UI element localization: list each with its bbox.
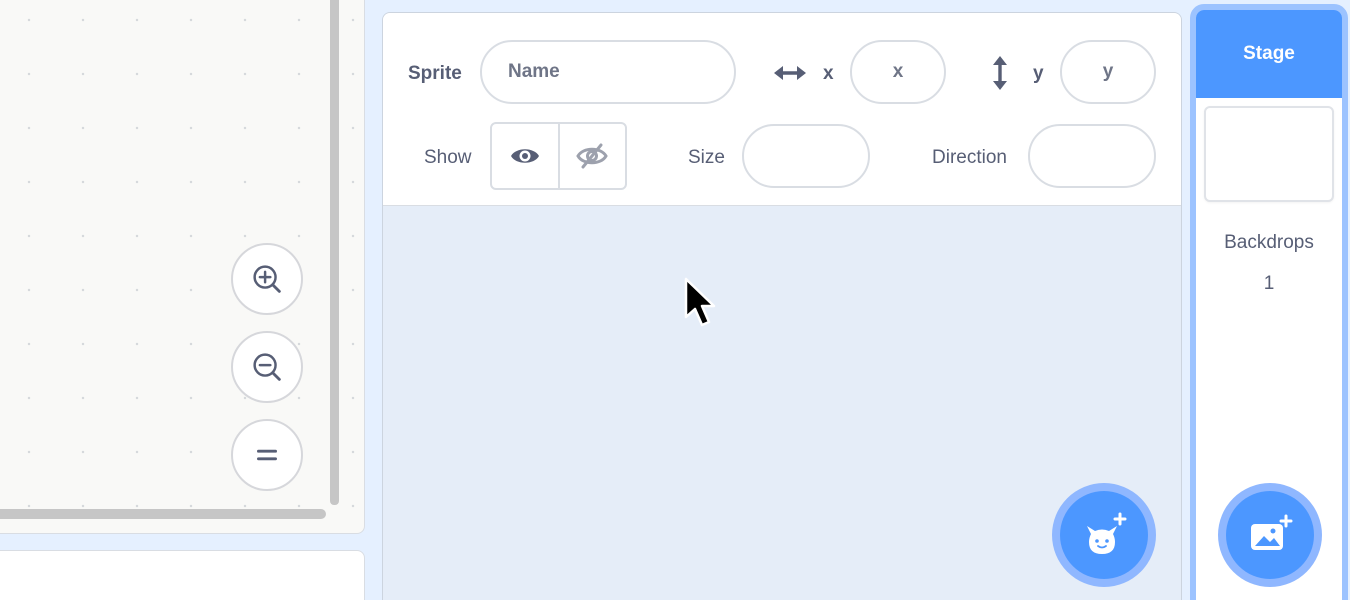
stage-header: Stage: [1196, 10, 1342, 98]
lower-left-panel: [0, 550, 365, 600]
zoom-in-icon: [253, 265, 281, 293]
size-label: Size: [688, 147, 725, 168]
add-sprite-button[interactable]: [1052, 483, 1156, 587]
eye-slash-icon: [576, 143, 608, 169]
hide-sprite-button[interactable]: [557, 124, 626, 188]
vertical-arrows-icon: [993, 56, 1007, 90]
show-label: Show: [424, 147, 472, 168]
direction-input[interactable]: [1028, 124, 1156, 188]
zoom-out-button[interactable]: [231, 331, 303, 403]
image-plus-icon: [1251, 514, 1293, 550]
equals-icon: [257, 449, 277, 461]
mouse-pointer-icon: [684, 277, 716, 327]
y-position-input[interactable]: [1060, 40, 1156, 104]
size-input[interactable]: [742, 124, 870, 188]
add-sprite-button-inner: [1060, 491, 1148, 579]
show-sprite-button[interactable]: [492, 124, 558, 188]
code-workspace[interactable]: [0, 0, 365, 534]
zoom-in-button[interactable]: [231, 243, 303, 315]
eye-icon: [510, 149, 539, 163]
sprite-label: Sprite: [408, 63, 462, 84]
backdrops-label: Backdrops: [1224, 232, 1314, 253]
direction-label: Direction: [932, 147, 1007, 168]
sprite-info-panel: Sprite x y Show: [383, 13, 1181, 206]
horizontal-arrows-icon: [774, 66, 806, 80]
x-position-input[interactable]: [850, 40, 946, 104]
add-backdrop-button-inner: [1226, 491, 1314, 579]
add-backdrop-button[interactable]: [1218, 483, 1322, 587]
zoom-out-icon: [253, 353, 281, 381]
x-label: x: [823, 63, 834, 84]
stage-thumbnail[interactable]: [1204, 106, 1334, 202]
cat-plus-icon: [1087, 512, 1127, 554]
workspace-horizontal-scrollbar[interactable]: [0, 509, 326, 519]
zoom-reset-button[interactable]: [231, 419, 303, 491]
y-label: y: [1033, 63, 1044, 84]
backdrops-count: 1: [1263, 273, 1275, 294]
show-toggle-group: [490, 122, 627, 190]
sprite-name-input[interactable]: [480, 40, 736, 104]
workspace-vertical-scrollbar[interactable]: [330, 0, 339, 505]
stage-title: Stage: [1243, 43, 1295, 64]
